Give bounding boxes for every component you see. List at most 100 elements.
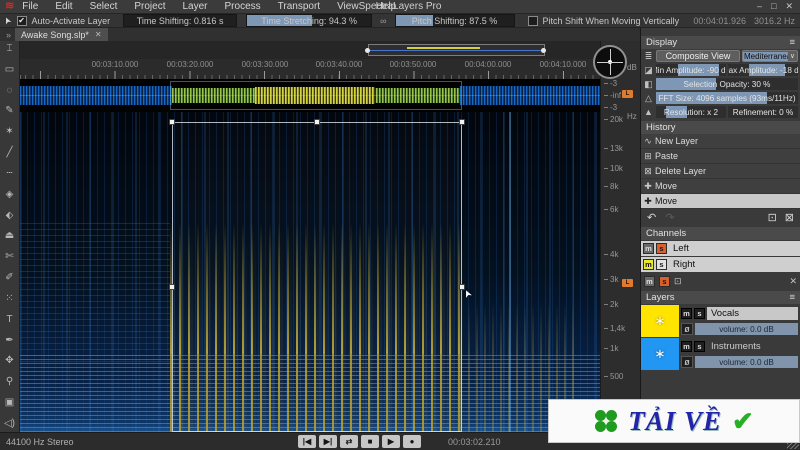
channel-row-right[interactable]: m s Right [641, 257, 800, 272]
trash-icon[interactable]: ⊠ [785, 211, 794, 224]
solo-button[interactable]: s [656, 243, 667, 254]
menu-process[interactable]: Process [225, 1, 261, 12]
menu-view[interactable]: View [337, 1, 359, 12]
layer-color-swatch[interactable]: ∗ [641, 338, 679, 370]
stop-button[interactable]: ■ [361, 435, 379, 448]
timeline-ruler[interactable]: 00:03:10.000 00:03:20.000 00:03:30.000 0… [20, 59, 600, 79]
cube-3d-tool[interactable]: ▣ [5, 398, 14, 408]
monitor-icon[interactable]: ⊡ [674, 276, 682, 287]
pencil-tool[interactable]: ╱ [6, 148, 12, 158]
layer-name[interactable]: Instruments [707, 340, 798, 353]
watermark-banner[interactable]: TẢI VỀ ✔ [548, 399, 800, 443]
waveform-overview[interactable] [20, 79, 600, 112]
channels-panel-header[interactable]: Channels [641, 227, 800, 240]
tab-awake-song[interactable]: Awake Song.slp* ✕ [15, 28, 108, 41]
mute-button[interactable]: m [681, 307, 692, 319]
layer-name[interactable]: Vocals [707, 306, 798, 320]
solo-button[interactable]: s [656, 259, 667, 270]
mute-button[interactable]: m [643, 259, 654, 270]
menu-layer[interactable]: Layer [183, 1, 208, 12]
cross-route-icon[interactable]: ✕ [789, 276, 797, 287]
layer-color-swatch[interactable]: ∗ [641, 305, 679, 337]
visibility-icon[interactable]: ø [681, 323, 693, 335]
tab-close-icon[interactable]: ✕ [95, 30, 102, 39]
time-stretching-field[interactable]: Time Stretching: 94.3 % [246, 14, 373, 27]
link-icon[interactable]: ∞ [380, 16, 386, 26]
frequency-axis[interactable]: dB -3 -inf -3 L Hz 20k 13k 10k 8k 6k 4k … [600, 41, 640, 432]
lasso-selection-tool[interactable]: ◌ [7, 85, 13, 96]
rectangle-selection-tool[interactable]: ▭ [5, 64, 14, 75]
mute-button[interactable]: m [643, 243, 654, 254]
mute-button[interactable]: m [681, 340, 692, 352]
history-panel-header[interactable]: History [641, 121, 800, 134]
layer-row-instruments[interactable]: ∗ m s Instruments ø volume: 0.0 dB [641, 338, 800, 370]
auto-activate-checkbox[interactable]: ✔ [16, 15, 27, 26]
stretch-handle-left[interactable] [365, 48, 370, 53]
resolution-slider[interactable]: Resolution: x 2 [656, 106, 726, 118]
crosshair-target-icon[interactable] [593, 45, 627, 79]
eraser-tool[interactable]: ◈ [6, 189, 14, 200]
fft-size-slider[interactable]: FFT Size: 4096 samples (93ms/11Hz) [656, 92, 798, 104]
menu-project[interactable]: Project [134, 1, 165, 12]
redo-icon[interactable]: ↷ [665, 211, 674, 224]
overview-selection-box[interactable] [170, 81, 462, 110]
copy-icon[interactable]: ⊡ [768, 211, 777, 224]
menu-select[interactable]: Select [90, 1, 118, 12]
composite-view-button[interactable]: Composite View [656, 50, 740, 62]
solo-button[interactable]: s [694, 307, 705, 319]
magic-wand-tool[interactable]: ✶ [5, 127, 13, 137]
brush-tool[interactable]: ✐ [5, 273, 13, 283]
history-item[interactable]: ⊠ Delete Layer [641, 164, 800, 179]
history-item-selected[interactable]: ✚ Move [641, 194, 800, 209]
layer-row-vocals[interactable]: ∗ m s Vocals ø volume: 0.0 dB [641, 305, 800, 337]
history-item[interactable]: ⊞ Paste [641, 149, 800, 164]
tab-scroll-icon[interactable]: » [6, 30, 11, 40]
record-button[interactable]: ● [403, 435, 421, 448]
max-amplitude-slider[interactable]: Max Amplitude: -18 dB [728, 64, 798, 76]
solo-all-button[interactable]: s [659, 275, 670, 287]
time-selection-tool[interactable]: ⌶ [7, 44, 13, 54]
selection-handle-top-left[interactable] [169, 119, 175, 125]
maximize-button[interactable]: □ [771, 1, 776, 12]
colormap-dropdown[interactable]: Mediterranean ∨ [742, 50, 798, 62]
go-to-start-button[interactable]: |◀ [298, 435, 316, 448]
close-button[interactable]: ✕ [785, 1, 793, 12]
scalpel-tool[interactable]: ✄ [5, 252, 13, 262]
min-amplitude-slider[interactable]: Min Amplitude: -90 dB [656, 64, 726, 76]
text-tool[interactable]: T [6, 314, 12, 325]
display-panel-header[interactable]: Display ≡ [641, 36, 800, 49]
hand-tool[interactable]: ✥ [5, 356, 13, 366]
time-stretch-widget[interactable] [368, 44, 545, 56]
go-to-end-button[interactable]: ▶| [319, 435, 337, 448]
refinement-slider[interactable]: Refinement: 0 % [728, 106, 798, 118]
layer-volume-slider[interactable]: volume: 0.0 dB [695, 323, 798, 335]
visibility-icon[interactable]: ø [681, 356, 693, 368]
layer-volume-slider[interactable]: volume: 0.0 dB [695, 356, 798, 368]
dotted-selection-tool[interactable]: ┄ [6, 168, 12, 179]
selection-rectangle[interactable] [172, 122, 462, 432]
soft-eraser-tool[interactable]: ⬖ [6, 210, 14, 221]
layers-panel-header[interactable]: Layers ≡ [641, 291, 800, 304]
loop-button[interactable]: ⇄ [340, 435, 358, 448]
clone-stamp-tool[interactable]: ⏏ [5, 231, 14, 241]
selection-handle-top-middle[interactable] [314, 119, 320, 125]
menu-file[interactable]: File [22, 1, 38, 12]
mute-all-button[interactable]: m [644, 275, 655, 287]
channel-row-left[interactable]: m s Left [641, 241, 800, 256]
menu-transport[interactable]: Transport [278, 1, 320, 12]
brush-selection-tool[interactable]: ✎ [5, 106, 13, 116]
stretch-handle-right[interactable] [541, 48, 546, 53]
menu-edit[interactable]: Edit [55, 1, 72, 12]
selection-opacity-slider[interactable]: Selection Opacity: 30 % [656, 78, 798, 90]
history-item[interactable]: ✚ Move [641, 179, 800, 194]
hamburger-menu-icon[interactable]: ≡ [789, 37, 795, 48]
selection-handle-top-right[interactable] [459, 119, 465, 125]
solo-button[interactable]: s [694, 340, 705, 352]
pitch-shift-vertical-checkbox[interactable] [527, 15, 538, 26]
play-button[interactable]: ▶ [382, 435, 400, 448]
hamburger-menu-icon[interactable]: ≡ [789, 292, 795, 303]
time-shifting-field[interactable]: Time Shifting: 0.816 s [123, 14, 238, 27]
zoom-tool[interactable]: ⚲ [6, 377, 13, 387]
history-item[interactable]: ∿ New Layer [641, 134, 800, 149]
minimize-button[interactable]: – [757, 1, 762, 12]
